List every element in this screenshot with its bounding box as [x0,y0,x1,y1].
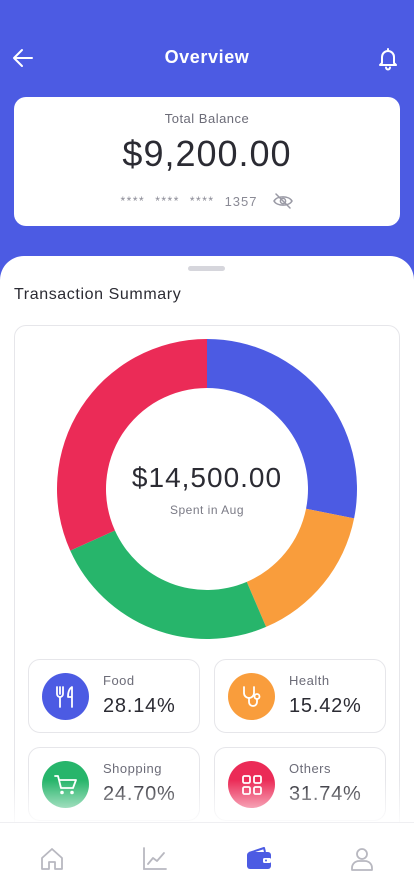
page-title: Overview [164,47,250,67]
card-mask-group: **** [189,194,215,208]
category-percent: 31.74% [289,783,362,805]
balance-label: Total Balance [164,111,250,126]
nav-home[interactable] [32,845,72,875]
category-card-health[interactable]: Health 15.42% [214,659,386,733]
donut-slice-health [246,508,355,627]
top-bar: Overview [0,36,414,80]
donut-slice-shopping [70,530,267,639]
wallet-icon [246,847,271,869]
home-icon [40,848,63,870]
notification-button[interactable] [374,44,402,72]
card-mask-group: **** [120,194,146,208]
card-number-row: **** **** **** 1357 [14,193,400,209]
nav-statistics[interactable] [135,845,175,875]
category-name: Food [103,673,135,688]
category-name: Health [289,673,330,688]
category-icon-circle [228,673,275,720]
balance-card: Total Balance $9,200.00 **** **** **** 1… [14,97,400,226]
bell-icon [379,48,397,71]
card-last-four: 1357 [224,193,258,209]
grid-icon [241,774,262,795]
chart-icon [143,847,168,870]
section-title: Transaction Summary [14,286,182,303]
content-sheet: Transaction Summary $14,500.00 Spent in … [0,256,414,896]
category-card-food[interactable]: Food 28.14% [28,659,200,733]
bottom-navigation [0,822,414,896]
shopping-cart-icon [53,774,77,794]
category-icon-circle [42,673,89,720]
category-name: Shopping [103,761,162,776]
profile-icon [351,848,374,871]
nav-wallet[interactable] [239,845,279,875]
card-mask-group: **** [155,194,180,208]
balance-amount: $9,200.00 [122,133,292,174]
category-icon-circle [228,761,275,808]
spent-period: Spent in Aug [169,503,245,517]
category-percent: 28.14% [103,695,176,717]
spent-total: $14,500.00 [131,462,283,493]
drag-handle[interactable] [188,266,225,271]
category-card-shopping[interactable]: Shopping 24.70% [28,747,200,821]
toggle-visibility-button[interactable] [273,193,294,209]
category-percent: 24.70% [103,783,176,805]
donut-slice-others [57,339,207,551]
category-name: Others [289,761,332,776]
stethoscope-icon [242,685,260,707]
fork-knife-icon [55,685,73,708]
category-percent: 15.42% [289,695,362,717]
eye-off-icon [273,193,294,209]
category-icon-circle [42,761,89,808]
category-card-others[interactable]: Others 31.74% [214,747,386,821]
transaction-summary-card: $14,500.00 Spent in Aug Food 28.14% Heal… [14,325,400,845]
nav-profile[interactable] [342,845,382,875]
